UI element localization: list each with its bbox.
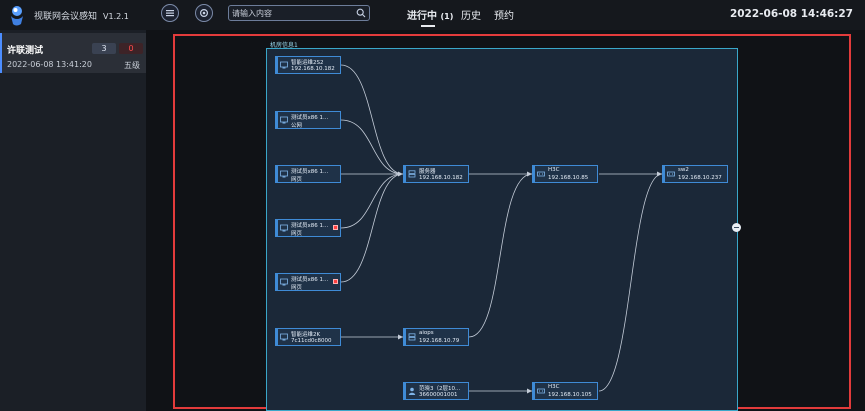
- node-name: sw2: [678, 167, 689, 173]
- device-icon: [280, 170, 288, 178]
- topology-node[interactable]: 测试员x86 1... 网页: [275, 273, 341, 291]
- edge: [340, 64, 404, 175]
- alert-icon: [333, 225, 338, 230]
- device-icon: [280, 61, 288, 69]
- server-icon: [408, 170, 416, 178]
- node-address: 公网: [291, 123, 303, 129]
- topology-node[interactable]: H3C 192.168.10.105: [532, 382, 598, 400]
- node-name: 服务器: [419, 169, 436, 175]
- device-icon: [280, 333, 288, 341]
- topology-node[interactable]: 范晓3（2层10... 36600001001: [403, 382, 469, 400]
- topology-node[interactable]: 智能运维2S2 192.168.10.182: [275, 56, 341, 74]
- device-icon: [280, 278, 288, 286]
- node-name: H3C: [548, 384, 560, 390]
- topology-node[interactable]: 测试员x86 1... 网页: [275, 165, 341, 183]
- edge: [340, 119, 404, 175]
- node-name: 范晓3（2层10...: [419, 386, 461, 392]
- topology-node[interactable]: 测试员x86 1... 公网: [275, 111, 341, 129]
- server-icon: [408, 333, 416, 341]
- edge: [598, 173, 663, 392]
- node-address: 192.168.10.79: [419, 338, 460, 344]
- topology-node[interactable]: H3C 192.168.10.85: [532, 165, 598, 183]
- device-icon: [280, 116, 288, 124]
- node-address: 192.168.10.182: [291, 66, 335, 72]
- topology-node[interactable]: 智能运维2K 7c11cd0c8000: [275, 328, 341, 346]
- edge: [340, 173, 404, 283]
- edge: [468, 173, 533, 338]
- node-address: 7c11cd0c8000: [291, 338, 332, 344]
- topology-edges: [340, 64, 663, 394]
- node-address: 网页: [291, 231, 303, 237]
- device-icon: [280, 224, 288, 232]
- node-address: 36600001001: [419, 392, 458, 398]
- node-name: 智能运维2S2: [291, 60, 324, 66]
- switch-icon: [667, 171, 675, 177]
- node-address: 192.168.10.85: [548, 175, 589, 181]
- topology-node[interactable]: aiops 192.168.10.79: [403, 328, 469, 346]
- node-name: 智能运维2K: [291, 332, 321, 338]
- node-name: 测试员x86 1...: [291, 277, 329, 283]
- node-address: 网页: [291, 177, 303, 183]
- node-address: 192.168.10.182: [419, 175, 463, 181]
- switch-icon: [537, 171, 545, 177]
- node-name: aiops: [419, 330, 434, 336]
- topology-node[interactable]: 测试员x86 1... 网页: [275, 219, 341, 237]
- switch-icon: [537, 388, 545, 394]
- alert-icon: [333, 279, 338, 284]
- edge: [340, 173, 404, 229]
- node-name: 测试员x86 1...: [291, 223, 329, 229]
- node-name: H3C: [548, 167, 560, 173]
- node-address: 192.168.10.237: [678, 175, 722, 181]
- node-address: 192.168.10.105: [548, 392, 592, 398]
- node-name: 测试员x86 1...: [291, 115, 329, 121]
- person-icon: [408, 387, 416, 395]
- topology-node[interactable]: 服务器 192.168.10.182: [403, 165, 469, 183]
- collapse-button[interactable]: [732, 223, 741, 232]
- node-name: 测试员x86 1...: [291, 169, 329, 175]
- node-address: 网页: [291, 285, 303, 291]
- topology-node[interactable]: sw2 192.168.10.237: [662, 165, 728, 183]
